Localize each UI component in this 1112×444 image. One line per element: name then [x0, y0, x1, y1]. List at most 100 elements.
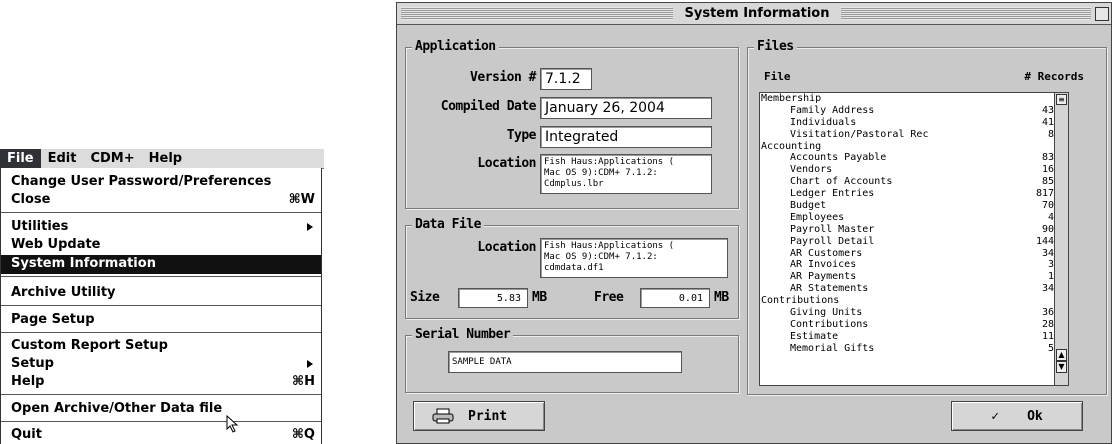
file-row[interactable]: Accounts Payable 83: [760, 152, 1068, 164]
file-row[interactable]: Chart of Accounts 85: [760, 176, 1068, 188]
file-dropdown: Change User Password/Preferences Close ⌘W…: [0, 168, 322, 444]
serial-number-field: SAMPLE DATA: [448, 351, 682, 373]
ok-button[interactable]: ✓ Ok: [951, 401, 1083, 431]
scroll-down-arrow-icon[interactable]: ▼: [1056, 361, 1067, 373]
file-name: Individuals: [790, 116, 857, 128]
menu-item-change-password[interactable]: Change User Password/Preferences: [1, 173, 321, 191]
file-name: Payroll Detail: [790, 235, 875, 247]
file-name: Accounting: [761, 140, 822, 152]
file-row[interactable]: Ledger Entries 817: [760, 188, 1068, 200]
print-button-label: Print: [468, 408, 508, 424]
menu-cdm[interactable]: CDM+: [83, 149, 141, 168]
scroll-thumb[interactable]: ≡: [1056, 94, 1067, 105]
file-row[interactable]: AR Payments 1: [760, 271, 1068, 283]
print-button[interactable]: Print: [413, 401, 545, 431]
menu-item-help[interactable]: Help ⌘H: [1, 373, 321, 391]
file-row[interactable]: Family Address 43: [760, 105, 1068, 117]
file-row[interactable]: Memorial Gifts 5: [760, 343, 1068, 355]
files-group: Files File # Records Membership Family Ad…: [747, 39, 1107, 395]
file-row[interactable]: Payroll Master 90: [760, 224, 1068, 236]
files-list[interactable]: Membership Family Address 43 Individuals 41 V…: [759, 92, 1069, 386]
menu-item-close[interactable]: Close ⌘W: [1, 191, 321, 209]
menu-item-system-information[interactable]: System Information: [1, 255, 321, 274]
file-category-row[interactable]: Accounting: [760, 141, 1068, 153]
file-row[interactable]: AR Customers 34: [760, 248, 1068, 260]
file-name: Accounts Payable: [790, 152, 887, 164]
record-count: 34: [1041, 247, 1054, 259]
menu-bar: File Edit CDM+ Help: [0, 149, 324, 169]
file-name: Vendors: [790, 164, 833, 176]
menu-item-page-setup[interactable]: Page Setup: [1, 311, 321, 329]
menu-item-archive-utility[interactable]: Archive Utility: [1, 284, 321, 302]
file-row[interactable]: AR Statements 34: [760, 283, 1068, 295]
scroll-up-arrow-icon[interactable]: ▲: [1056, 349, 1067, 361]
file-row[interactable]: Contributions 28: [760, 319, 1068, 331]
file-row[interactable]: Vendors 16: [760, 164, 1068, 176]
file-name: Memorial Gifts: [790, 342, 875, 354]
menu-separator: [1, 332, 321, 333]
file-name: Membership: [761, 93, 822, 104]
shortcut-close: ⌘W: [288, 192, 315, 207]
record-count: 28: [1041, 318, 1054, 330]
menu-separator: [1, 394, 321, 395]
file-row[interactable]: Budget 70: [760, 200, 1068, 212]
file-name: Employees: [790, 211, 845, 223]
mouse-pointer-icon: [226, 415, 239, 433]
menu-edit[interactable]: Edit: [41, 149, 84, 168]
records-column-header: # Records: [1024, 70, 1084, 83]
record-count: 85: [1041, 176, 1054, 188]
menu-item-quit[interactable]: Quit ⌘Q: [1, 426, 321, 444]
menu-help[interactable]: Help: [142, 149, 189, 168]
menu-item-utilities[interactable]: Utilities: [1, 218, 321, 236]
data-location-field: Fish Haus:Applications ( Mac OS 9):CDM+ …: [540, 238, 728, 278]
serial-number-group-title: Serial Number: [412, 327, 514, 342]
menu-item-open-archive[interactable]: Open Archive/Other Data file: [1, 400, 321, 418]
application-group-title: Application: [412, 39, 499, 54]
size-field: 5.83: [458, 288, 528, 308]
file-name: AR Payments: [790, 271, 857, 283]
file-row[interactable]: Giving Units 36: [760, 307, 1068, 319]
system-information-window: System Information Application Version #…: [396, 2, 1112, 444]
free-field: 0.01: [640, 288, 710, 308]
file-name: Payroll Master: [790, 223, 875, 235]
menu-separator: [1, 421, 321, 422]
menu-item-web-update[interactable]: Web Update: [1, 236, 321, 254]
record-count: 41: [1041, 116, 1054, 128]
checkmark-icon: ✓: [991, 408, 1000, 424]
file-name: Giving Units: [790, 307, 863, 319]
version-label: Version #: [470, 70, 536, 85]
record-count: 817: [1035, 188, 1054, 200]
type-field: Integrated: [540, 126, 712, 148]
file-row[interactable]: Visitation/Pastoral Rec 8: [760, 129, 1068, 141]
size-label: Size: [410, 290, 440, 305]
file-name: AR Statements: [790, 283, 869, 295]
file-column-header: File: [764, 70, 791, 83]
menu-separator: [1, 212, 321, 213]
file-name: Contributions: [790, 318, 869, 330]
shortcut-quit: ⌘Q: [291, 427, 315, 442]
file-category-row[interactable]: Contributions: [760, 295, 1068, 307]
app-location-label: Location: [477, 156, 536, 171]
printer-icon: [432, 408, 454, 424]
files-list-rows: Membership Family Address 43 Individuals 41 V…: [760, 93, 1068, 355]
file-name: Contributions: [761, 295, 840, 307]
title-bar[interactable]: System Information: [397, 3, 1111, 25]
file-name: Budget: [790, 200, 827, 212]
title-stripes: [841, 7, 1091, 20]
menu-item-setup[interactable]: Setup: [1, 355, 321, 373]
version-field: 7.1.2: [540, 68, 592, 90]
file-row[interactable]: Payroll Detail 144: [760, 236, 1068, 248]
size-unit: MB: [532, 290, 547, 305]
collapse-box-icon[interactable]: [1095, 7, 1109, 21]
file-row[interactable]: Employees 4: [760, 212, 1068, 224]
data-location-label: Location: [477, 240, 536, 255]
menu-item-custom-report-setup[interactable]: Custom Report Setup: [1, 337, 321, 355]
submenu-arrow-icon: [307, 360, 313, 368]
files-scrollbar[interactable]: ≡ ▲ ▼: [1054, 93, 1068, 385]
menu-file[interactable]: File: [0, 149, 41, 168]
file-name: AR Customers: [790, 247, 863, 259]
file-row[interactable]: Individuals 41: [760, 117, 1068, 129]
file-row[interactable]: AR Invoices 3: [760, 259, 1068, 271]
file-row[interactable]: Estimate 11: [760, 331, 1068, 343]
file-category-row[interactable]: Membership: [760, 93, 1068, 105]
